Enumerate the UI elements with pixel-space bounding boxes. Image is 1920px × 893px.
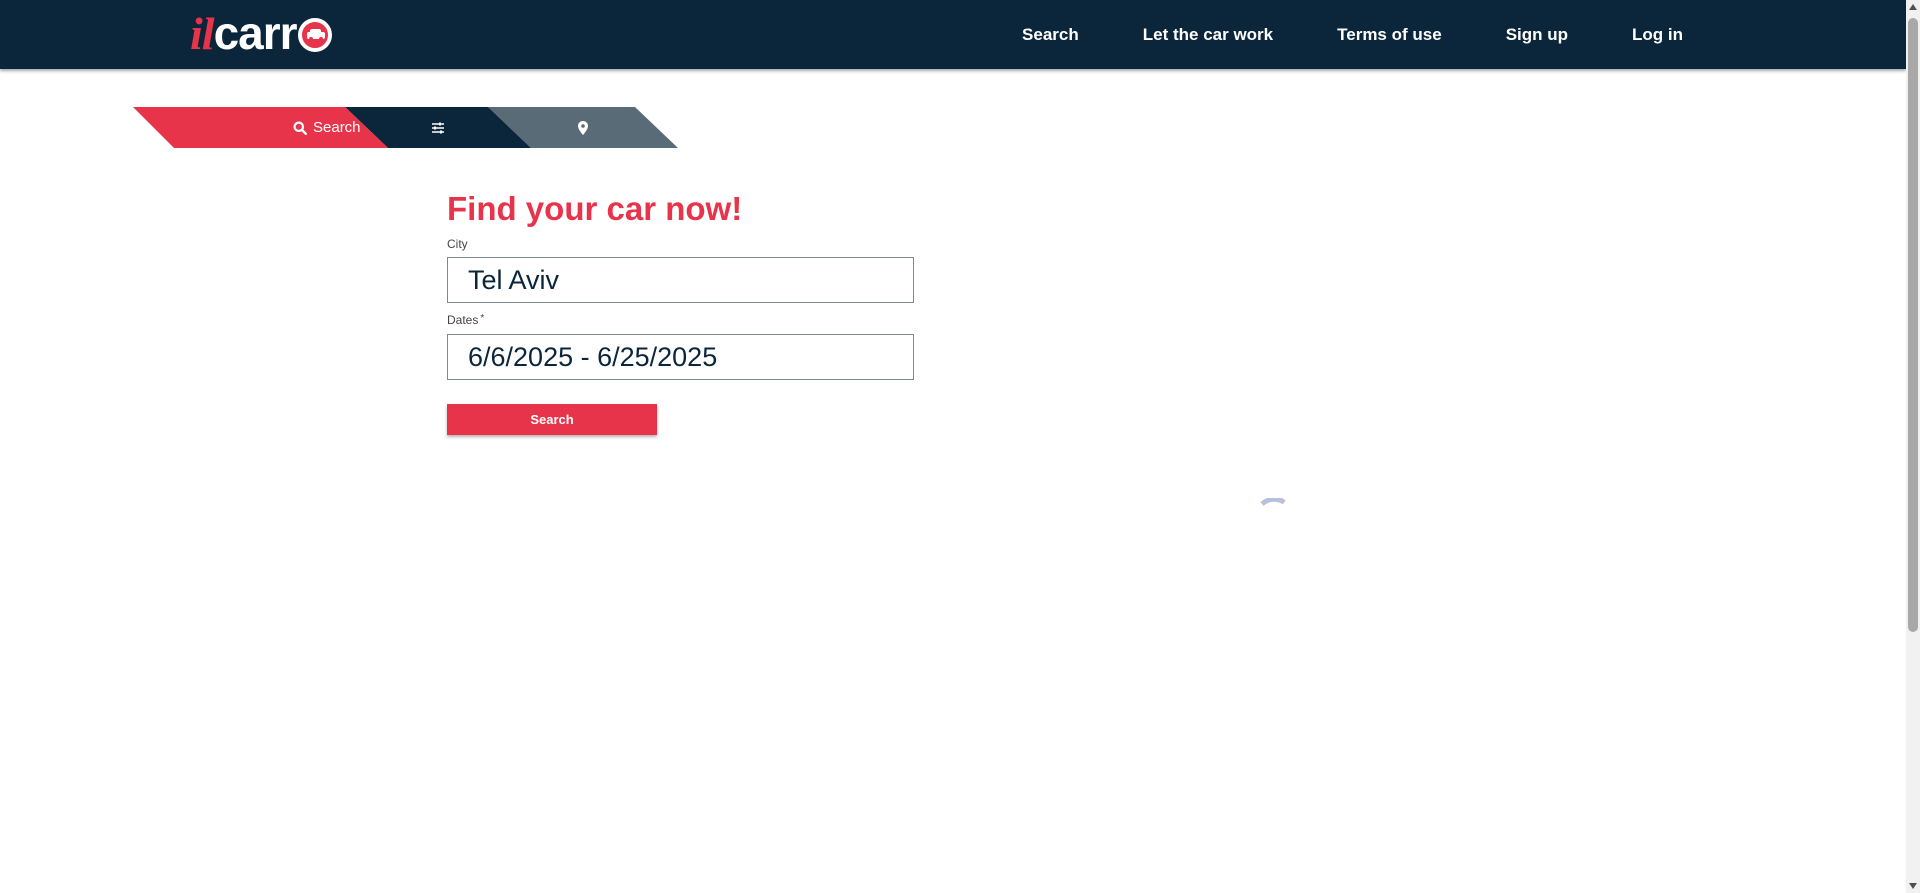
logo-il-text: il [190,7,215,59]
dates-input[interactable] [447,334,914,380]
tab-search[interactable]: Search [133,107,388,148]
ilcarro-logo[interactable]: il carr [190,7,332,59]
nav-let-the-car-work-link[interactable]: Let the car work [1143,25,1273,45]
nav-sign-up-link[interactable]: Sign up [1506,25,1568,45]
nav-search-link[interactable]: Search [1022,25,1079,45]
scroll-up-arrow-icon[interactable] [1909,4,1917,10]
sliders-icon [431,122,445,134]
page: il carr Search Let the car work Terms of … [0,0,1920,893]
car-icon [297,18,332,52]
nav-log-in-link[interactable]: Log in [1632,25,1683,45]
tab-search-label: Search [313,119,361,136]
scrollbar-thumb[interactable] [1908,18,1918,632]
logo-carr-text: carr [213,7,298,59]
dates-label: Dates * [447,313,484,327]
loading-spinner-icon [1258,496,1295,539]
search-mode-tabs: Search [133,107,678,148]
page-title: Find your car now! [447,190,743,227]
search-icon [293,121,307,135]
city-label: City [447,237,468,251]
top-header: il carr Search Let the car work Terms of … [0,0,1906,69]
vertical-scrollbar[interactable] [1906,0,1920,893]
search-submit-button[interactable]: Search [447,404,657,435]
map-pin-icon [578,120,588,135]
main-nav: Search Let the car work Terms of use Sig… [958,0,1683,69]
city-input[interactable] [447,257,914,303]
dates-label-text: Dates [447,313,479,327]
nav-terms-of-use-link[interactable]: Terms of use [1337,25,1442,45]
scroll-down-arrow-icon[interactable] [1909,883,1917,889]
required-mark: * [480,313,485,324]
city-label-text: City [447,237,468,251]
